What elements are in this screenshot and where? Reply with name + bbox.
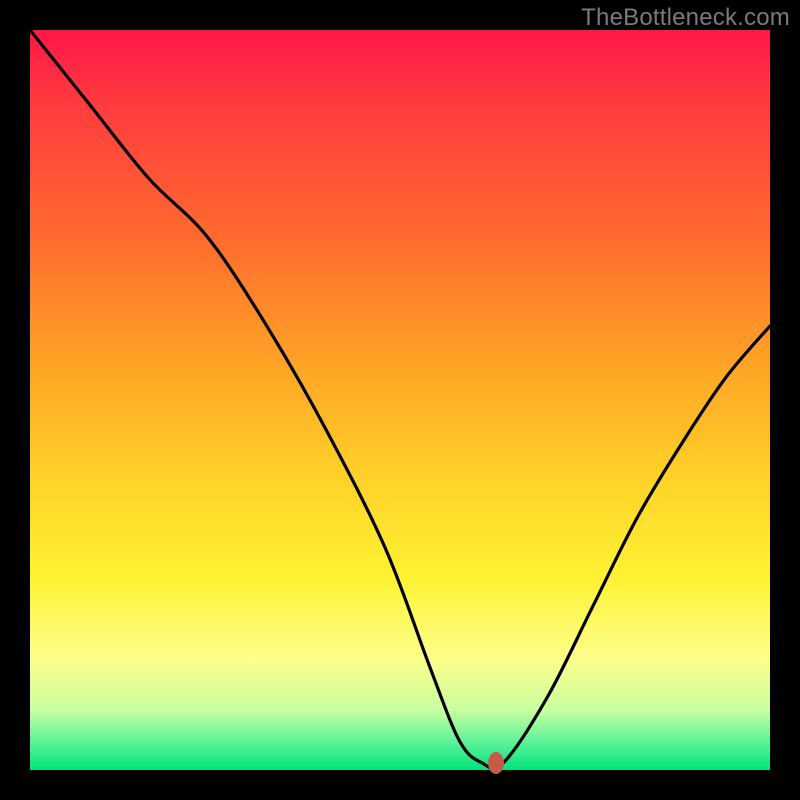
curve-path: [30, 30, 770, 768]
minimum-marker: [488, 752, 504, 774]
watermark-text: TheBottleneck.com: [581, 4, 790, 32]
chart-frame: TheBottleneck.com: [0, 0, 800, 800]
bottleneck-curve: [30, 30, 770, 770]
plot-area: [30, 30, 770, 770]
